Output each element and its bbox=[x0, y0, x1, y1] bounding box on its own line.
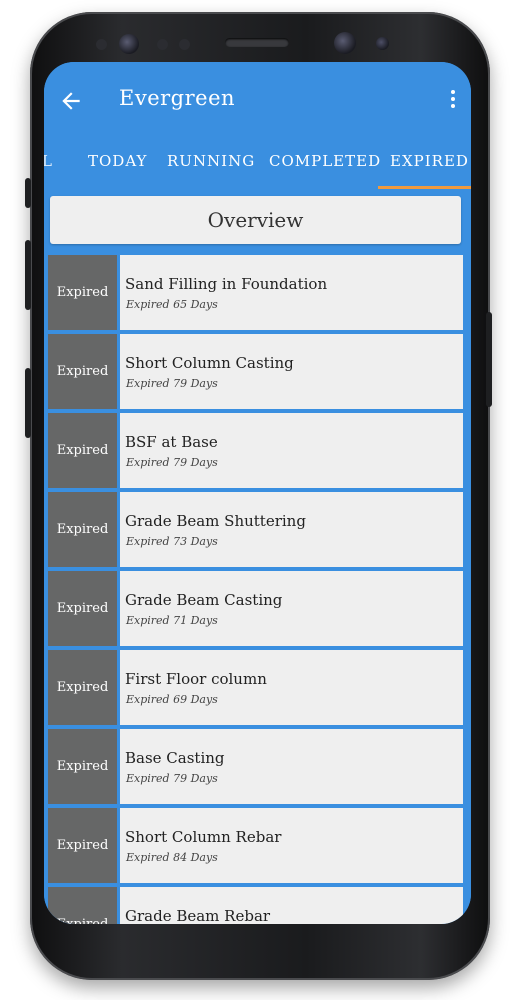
task-subtitle: Expired 79 Days bbox=[126, 377, 218, 390]
task-card[interactable]: Grade Beam Rebar bbox=[120, 887, 463, 924]
power-button bbox=[486, 312, 492, 407]
tab-running[interactable]: RUNNING bbox=[167, 152, 255, 170]
overview-button[interactable]: Overview bbox=[50, 196, 461, 244]
side-button bbox=[25, 178, 31, 208]
task-subtitle: Expired 73 Days bbox=[126, 535, 218, 548]
task-card[interactable]: Base Casting Expired 79 Days bbox=[120, 729, 463, 804]
proximity-sensor-icon bbox=[376, 37, 389, 50]
task-subtitle: Expired 79 Days bbox=[126, 456, 218, 469]
active-tab-indicator bbox=[378, 186, 471, 189]
status-badge: Expired bbox=[48, 650, 117, 725]
task-subtitle: Expired 79 Days bbox=[126, 772, 218, 785]
volume-button bbox=[25, 240, 31, 310]
sensor-icon bbox=[179, 39, 190, 50]
tab-partial[interactable]: L bbox=[44, 152, 53, 170]
bixby-button bbox=[25, 368, 31, 438]
sensor-icon bbox=[96, 39, 107, 50]
task-title: Grade Beam Shuttering bbox=[125, 512, 306, 530]
tab-completed[interactable]: COMPLETED bbox=[269, 152, 381, 170]
status-badge: Expired bbox=[48, 492, 117, 567]
status-badge: Expired bbox=[48, 729, 117, 804]
task-title: Base Casting bbox=[125, 749, 225, 767]
task-subtitle: Expired 71 Days bbox=[126, 614, 218, 627]
task-list: Expired Sand Filling in Foundation Expir… bbox=[48, 255, 463, 924]
status-badge: Expired bbox=[48, 887, 117, 924]
status-badge: Expired bbox=[48, 255, 117, 330]
task-card[interactable]: Short Column Rebar Expired 84 Days bbox=[120, 808, 463, 883]
app-title: Evergreen bbox=[119, 86, 236, 110]
task-title: First Floor column bbox=[125, 670, 267, 688]
status-badge: Expired bbox=[48, 808, 117, 883]
list-item[interactable]: Expired Short Column Casting Expired 79 … bbox=[48, 334, 463, 409]
status-badge: Expired bbox=[48, 334, 117, 409]
iris-camera-icon bbox=[119, 34, 139, 54]
more-vert-icon[interactable] bbox=[449, 90, 457, 112]
earpiece-speaker bbox=[225, 38, 289, 47]
task-subtitle: Expired 69 Days bbox=[126, 693, 218, 706]
task-card[interactable]: First Floor column Expired 69 Days bbox=[120, 650, 463, 725]
back-arrow-icon[interactable] bbox=[58, 88, 84, 114]
task-title: Grade Beam Rebar bbox=[125, 907, 271, 924]
list-item[interactable]: Expired Sand Filling in Foundation Expir… bbox=[48, 255, 463, 330]
task-card[interactable]: Sand Filling in Foundation Expired 65 Da… bbox=[120, 255, 463, 330]
list-item[interactable]: Expired Grade Beam Shuttering Expired 73… bbox=[48, 492, 463, 567]
list-item[interactable]: Expired BSF at Base Expired 79 Days bbox=[48, 413, 463, 488]
task-card[interactable]: Short Column Casting Expired 79 Days bbox=[120, 334, 463, 409]
task-title: Short Column Casting bbox=[125, 354, 294, 372]
tab-expired[interactable]: EXPIRED bbox=[390, 152, 469, 170]
status-badge: Expired bbox=[48, 413, 117, 488]
list-item[interactable]: Expired Base Casting Expired 79 Days bbox=[48, 729, 463, 804]
task-subtitle: Expired 84 Days bbox=[126, 851, 218, 864]
list-item[interactable]: Expired Short Column Rebar Expired 84 Da… bbox=[48, 808, 463, 883]
list-item[interactable]: Expired Grade Beam Rebar bbox=[48, 887, 463, 924]
task-subtitle: Expired 65 Days bbox=[126, 298, 218, 311]
status-badge: Expired bbox=[48, 571, 117, 646]
tab-today[interactable]: TODAY bbox=[88, 152, 147, 170]
list-item[interactable]: Expired First Floor column Expired 69 Da… bbox=[48, 650, 463, 725]
app-bar: Evergreen bbox=[44, 62, 471, 142]
sensor-icon bbox=[157, 39, 168, 50]
task-card[interactable]: BSF at Base Expired 79 Days bbox=[120, 413, 463, 488]
task-title: BSF at Base bbox=[125, 433, 218, 451]
app-screen: Evergreen L TODAY RUNNING COMPLETED EXPI… bbox=[44, 62, 471, 924]
task-card[interactable]: Grade Beam Shuttering Expired 73 Days bbox=[120, 492, 463, 567]
task-title: Grade Beam Casting bbox=[125, 591, 283, 609]
front-camera-icon bbox=[334, 32, 356, 54]
content-area: Overview Expired Sand Filling in Foundat… bbox=[44, 190, 471, 924]
tab-bar: L TODAY RUNNING COMPLETED EXPIRED bbox=[44, 142, 471, 190]
task-card[interactable]: Grade Beam Casting Expired 71 Days bbox=[120, 571, 463, 646]
task-title: Short Column Rebar bbox=[125, 828, 282, 846]
list-item[interactable]: Expired Grade Beam Casting Expired 71 Da… bbox=[48, 571, 463, 646]
task-title: Sand Filling in Foundation bbox=[125, 275, 328, 293]
